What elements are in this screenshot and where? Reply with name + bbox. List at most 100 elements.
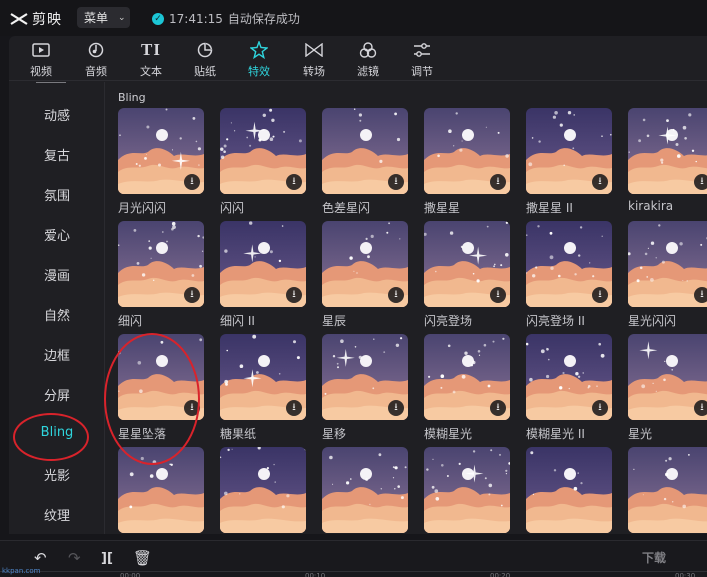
effect-card[interactable]: ⭳ 细闪	[118, 221, 204, 329]
download-icon[interactable]: ⭳	[592, 287, 608, 303]
category-item[interactable]: 动感	[9, 105, 104, 124]
effect-thumbnail[interactable]: ⭳	[526, 221, 612, 307]
ruler-tick-label: 00:30	[675, 572, 696, 577]
download-icon[interactable]: ⭳	[286, 400, 302, 416]
effect-card[interactable]: ⭳ 模糊星光	[424, 334, 510, 442]
effect-card[interactable]: ⭳ 模糊星光 II	[526, 334, 612, 442]
effect-card[interactable]: ⭳ 月光闪闪	[118, 108, 204, 216]
redo-icon[interactable]: ↷	[68, 549, 81, 567]
effect-card[interactable]: ⭳ kirakira	[628, 108, 707, 213]
effect-thumbnail[interactable]: ⭳	[118, 108, 204, 194]
effect-card[interactable]: ⭳ 色差星闪	[322, 108, 408, 216]
effect-thumbnail[interactable]: ⭳	[628, 108, 707, 194]
download-icon[interactable]: ⭳	[388, 174, 404, 190]
category-item[interactable]: 分屏	[9, 385, 104, 404]
split-icon[interactable]: ][	[101, 551, 113, 566]
download-icon[interactable]: ⭳	[694, 287, 707, 303]
undo-icon[interactable]: ↶	[34, 549, 47, 567]
effect-thumbnail[interactable]: ⭳	[424, 108, 510, 194]
download-icon[interactable]: ⭳	[694, 400, 707, 416]
tab-effects[interactable]: 特效	[234, 39, 284, 79]
check-circle-icon: ✓	[152, 12, 164, 25]
effect-card[interactable]: ⭳ 闪亮登场 II	[526, 221, 612, 329]
category-item[interactable]: 爱心	[9, 225, 104, 244]
effect-thumbnail[interactable]	[424, 447, 510, 533]
download-icon[interactable]: ⭳	[388, 287, 404, 303]
download-icon[interactable]: ⭳	[694, 174, 707, 190]
effect-card[interactable]	[628, 447, 707, 533]
effect-card[interactable]: ⭳ 糖果纸	[220, 334, 306, 442]
effect-card[interactable]: ⭳ 星光闪闪	[628, 221, 707, 329]
tab-video[interactable]: 视频	[16, 39, 66, 79]
tab-label: 贴纸	[194, 65, 216, 78]
effect-thumbnail[interactable]	[526, 447, 612, 533]
effect-card[interactable]: ⭳ 撒星星 II	[526, 108, 612, 216]
effect-thumbnail[interactable]: ⭳	[322, 334, 408, 420]
tab-text[interactable]: TI 文本	[126, 39, 176, 79]
tab-filter[interactable]: 滤镜	[343, 39, 393, 79]
download-icon[interactable]: ⭳	[592, 400, 608, 416]
category-item[interactable]: 复古	[9, 145, 104, 164]
effect-card[interactable]: ⭳ 星光	[628, 334, 707, 442]
capcut-logo-icon	[10, 13, 28, 25]
effect-card[interactable]: ⭳ 星移	[322, 334, 408, 442]
download-icon[interactable]: ⭳	[184, 287, 200, 303]
effect-thumbnail[interactable]: ⭳	[424, 221, 510, 307]
effect-card[interactable]: ⭳ 闪亮登场	[424, 221, 510, 329]
effect-card[interactable]: ⭳ 星星坠落	[118, 334, 204, 442]
download-icon[interactable]: ⭳	[388, 400, 404, 416]
effect-card[interactable]: ⭳ 细闪 II	[220, 221, 306, 329]
download-icon[interactable]: ⭳	[490, 287, 506, 303]
effect-card[interactable]	[526, 447, 612, 533]
category-item[interactable]: 氛围	[9, 185, 104, 204]
effect-thumbnail[interactable]	[118, 447, 204, 533]
download-icon[interactable]: ⭳	[490, 174, 506, 190]
effect-card[interactable]	[118, 447, 204, 533]
effect-thumbnail[interactable]	[322, 447, 408, 533]
effect-thumbnail[interactable]	[220, 447, 306, 533]
download-icon[interactable]: ⭳	[286, 174, 302, 190]
category-item[interactable]: 边框	[9, 345, 104, 364]
tab-transition[interactable]: 转场	[289, 39, 339, 79]
effect-thumbnail[interactable]: ⭳	[322, 221, 408, 307]
effect-thumbnail[interactable]: ⭳	[322, 108, 408, 194]
effect-name: 细闪	[118, 314, 143, 328]
download-icon[interactable]: ⭳	[490, 400, 506, 416]
effect-thumbnail[interactable]: ⭳	[220, 221, 306, 307]
download-icon[interactable]: ⭳	[184, 400, 200, 416]
effect-thumbnail[interactable]: ⭳	[526, 108, 612, 194]
delete-icon[interactable]: 🗑	[133, 549, 152, 567]
effect-card[interactable]: ⭳ 撒星星	[424, 108, 510, 216]
effects-category-sidebar[interactable]: 动感复古氛围爱心漫画自然边框分屏 Bling 光影纹理	[9, 82, 105, 534]
category-item[interactable]: 漫画	[9, 265, 104, 284]
category-item[interactable]: Bling	[9, 425, 104, 440]
effect-card[interactable]	[424, 447, 510, 533]
category-item[interactable]: 光影	[9, 465, 104, 484]
effect-card[interactable]	[220, 447, 306, 533]
effect-thumbnail[interactable]: ⭳	[118, 221, 204, 307]
download-icon[interactable]: ⭳	[184, 174, 200, 190]
menu-dropdown[interactable]: 菜单 ⌄	[77, 7, 130, 28]
effect-name: kirakira	[628, 199, 674, 213]
effect-card[interactable]: ⭳ 星辰	[322, 221, 408, 329]
tab-audio[interactable]: 音频	[71, 39, 121, 79]
tab-label: 调节	[411, 65, 433, 78]
effect-thumbnail[interactable]: ⭳	[220, 334, 306, 420]
effect-thumbnail[interactable]: ⭳	[628, 334, 707, 420]
download-icon[interactable]: ⭳	[286, 287, 302, 303]
effect-thumbnail[interactable]	[628, 447, 707, 533]
effect-thumbnail[interactable]: ⭳	[526, 334, 612, 420]
category-item[interactable]: 自然	[9, 305, 104, 324]
audio-icon	[88, 39, 104, 61]
download-icon[interactable]: ⭳	[592, 174, 608, 190]
effect-thumbnail[interactable]: ⭳	[118, 334, 204, 420]
effect-thumbnail[interactable]: ⭳	[628, 221, 707, 307]
effect-thumbnail[interactable]: ⭳	[424, 334, 510, 420]
tab-adjust[interactable]: 调节	[397, 39, 447, 79]
tab-sticker[interactable]: 贴纸	[180, 39, 230, 79]
category-item[interactable]: 纹理	[9, 505, 104, 524]
effect-card[interactable]: ⭳ 闪闪	[220, 108, 306, 216]
timeline-ruler[interactable]: 00:00 00:10 00:20 00:30	[0, 571, 707, 577]
effect-thumbnail[interactable]: ⭳	[220, 108, 306, 194]
effect-card[interactable]	[322, 447, 408, 533]
